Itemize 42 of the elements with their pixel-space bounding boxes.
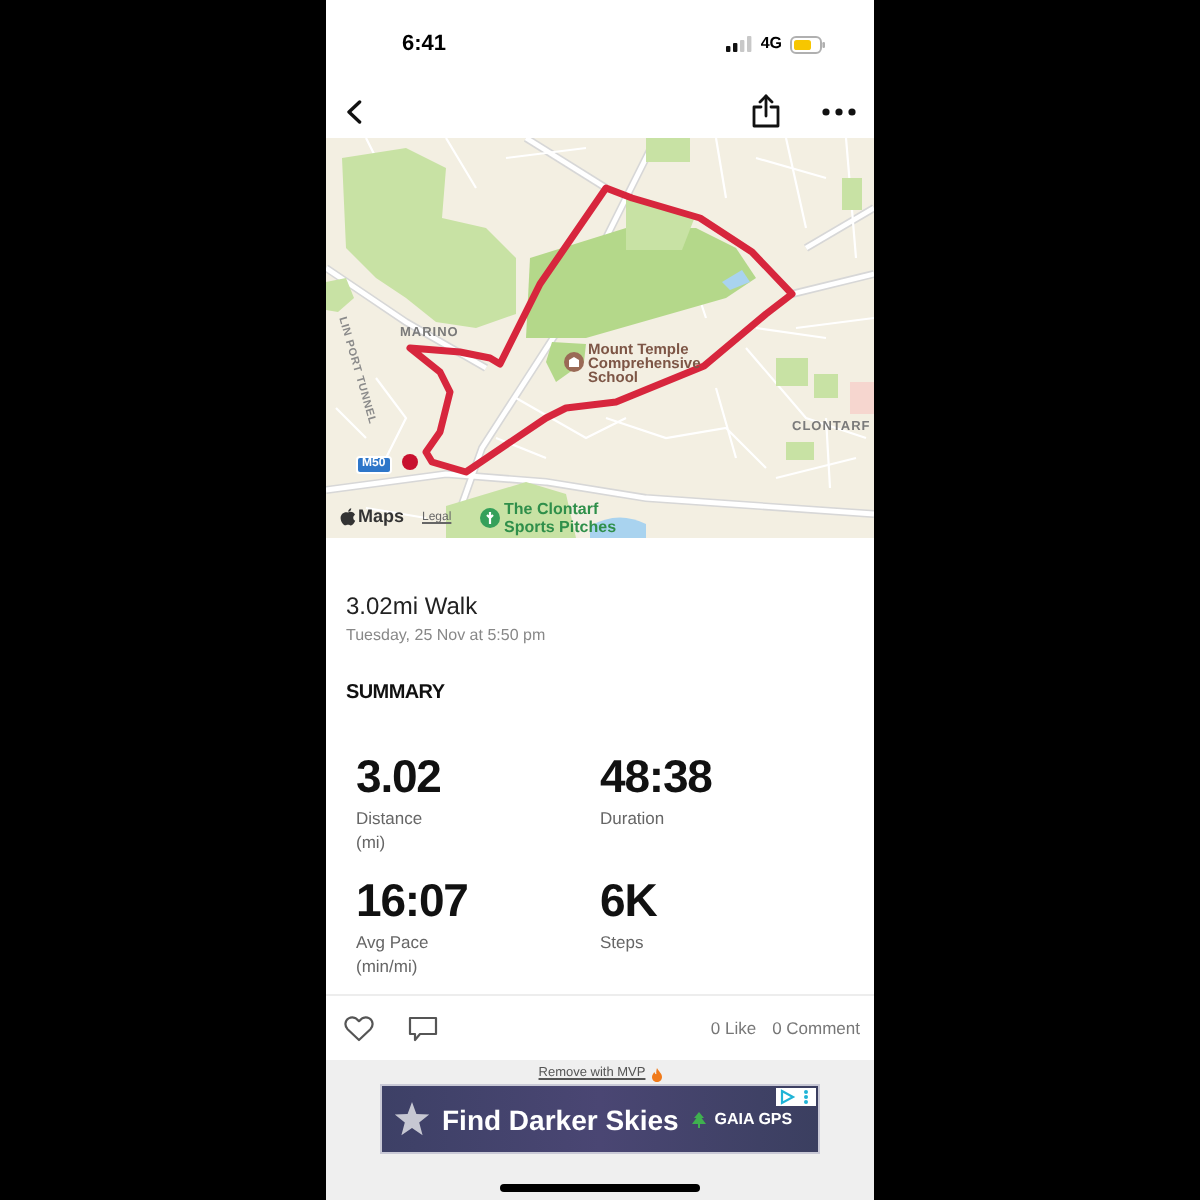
water-area	[722, 270, 750, 290]
park-area	[786, 442, 814, 460]
back-icon[interactable]	[346, 99, 362, 123]
stat-value: 3.02	[356, 752, 441, 800]
park-area	[842, 178, 862, 210]
stat-label: Duration	[600, 806, 665, 830]
ad-brand: GAIA GPS	[714, 1109, 793, 1129]
battery-icon	[790, 35, 826, 53]
signal-icon	[726, 36, 753, 52]
stat-label: Distance (mi)	[356, 806, 423, 854]
park-area	[776, 358, 808, 386]
activity-title: 3.02mi Walk	[346, 592, 480, 620]
building-icon	[564, 352, 584, 372]
status-time: 6:41	[402, 31, 447, 57]
star-icon	[394, 1102, 430, 1136]
stat-value: 48:38	[600, 752, 712, 800]
park-area	[626, 198, 696, 250]
building-area	[850, 382, 874, 414]
park-area	[814, 374, 838, 398]
share-icon[interactable]	[752, 94, 780, 128]
more-options-icon[interactable]	[822, 107, 856, 115]
activity-date: Tuesday, 25 Nov at 5:50 pm	[346, 626, 548, 646]
like-count: 0 Like	[710, 1018, 757, 1038]
comment-count: 0 Comment	[772, 1018, 860, 1038]
stat-value: 16:07	[356, 876, 468, 924]
flame-icon	[651, 1067, 662, 1081]
stat-value: 6K	[600, 876, 657, 924]
stat-label: Steps	[600, 930, 644, 954]
section-heading: SUMMARY	[346, 682, 447, 706]
tree-icon	[692, 1111, 707, 1127]
maps-attribution: Maps	[358, 506, 405, 528]
apple-icon	[340, 508, 356, 526]
ad-headline: Find Darker Skies	[442, 1103, 679, 1135]
park-label: The Clontarf Sports Pitches	[504, 500, 619, 536]
start-marker-icon	[402, 454, 418, 470]
park-area	[646, 138, 690, 162]
heart-icon[interactable]	[344, 1015, 374, 1041]
ad-banner[interactable]: Find Darker Skies GAIA GPS	[380, 1084, 820, 1154]
stat-label: Avg Pace (min/mi)	[356, 930, 429, 978]
speech-bubble-icon[interactable]	[408, 1015, 438, 1041]
network-type: 4G	[760, 34, 782, 54]
park-marker-icon	[480, 508, 500, 528]
